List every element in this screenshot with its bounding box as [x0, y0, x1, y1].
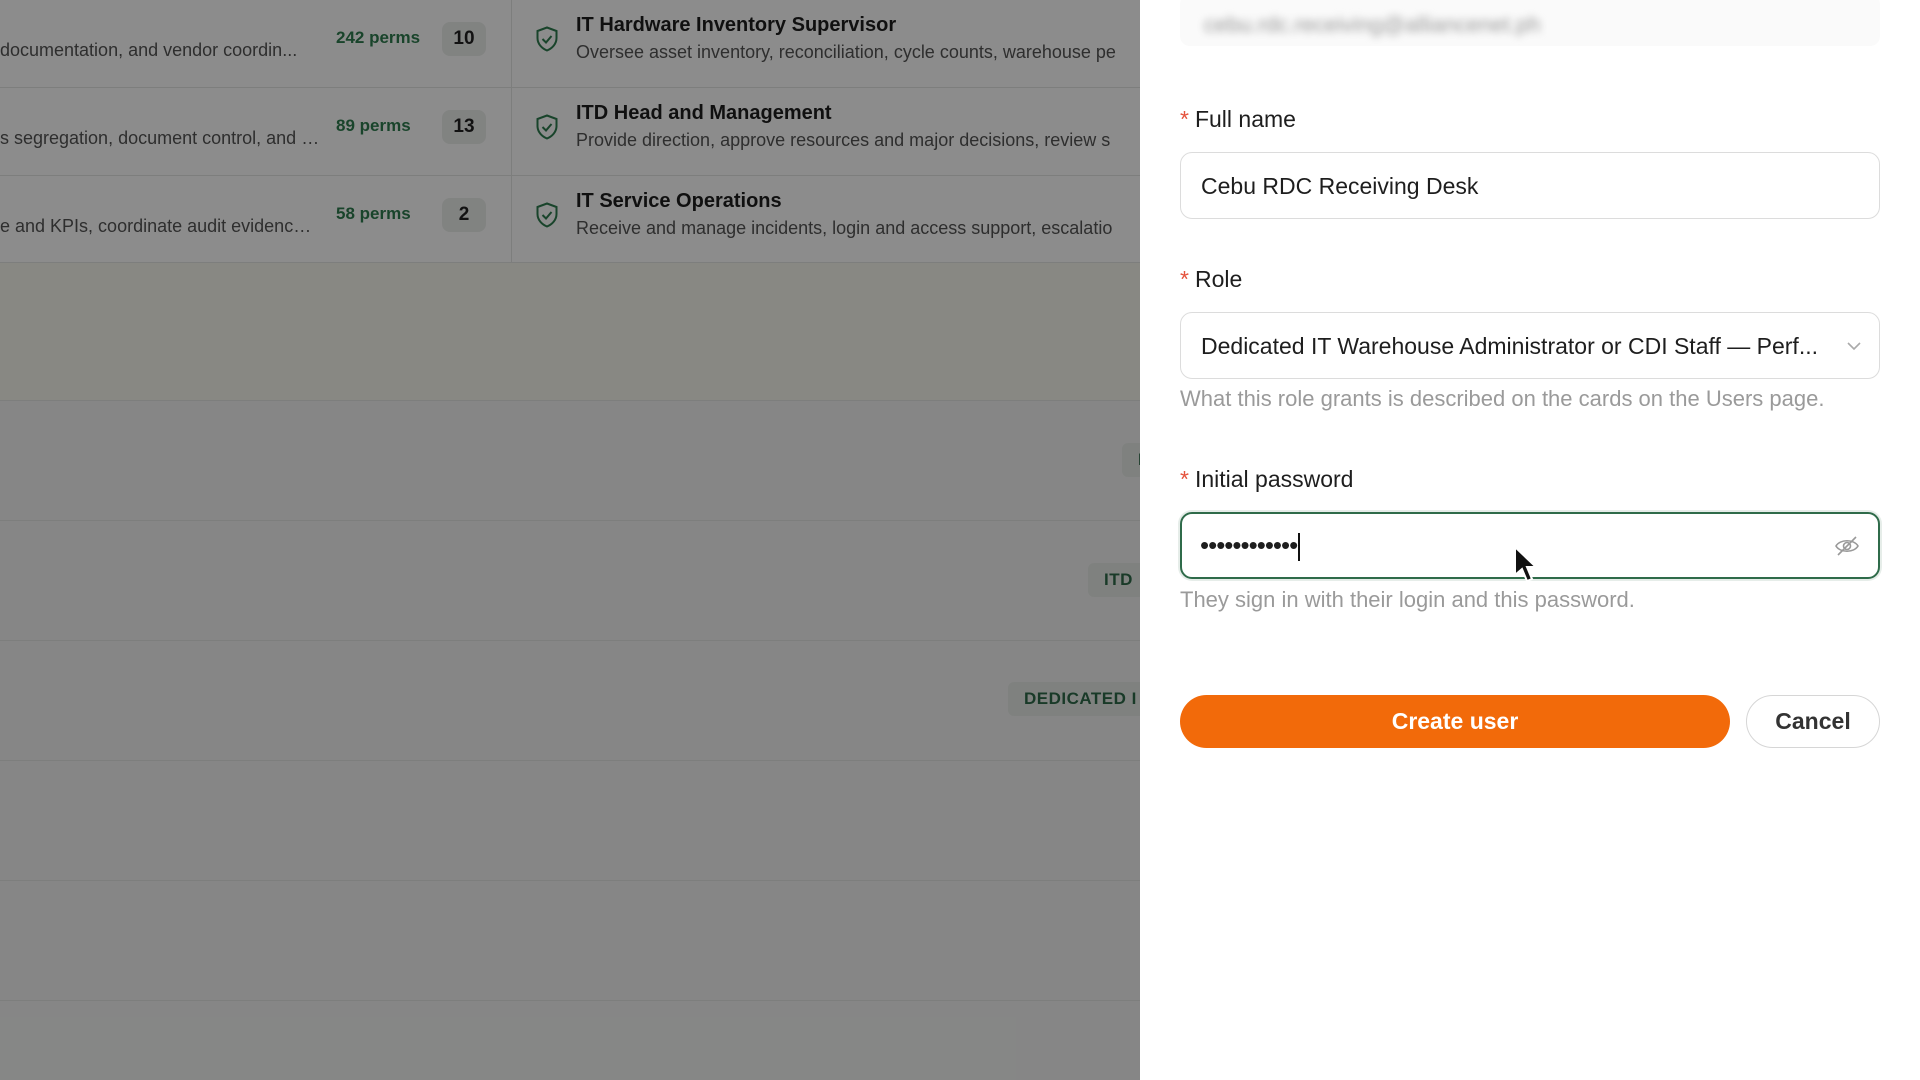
eye-off-icon[interactable] [1834, 534, 1860, 558]
password-label-text: Initial password [1194, 466, 1354, 492]
required-mark: * [1180, 106, 1189, 132]
required-mark: * [1180, 266, 1189, 292]
password-label: * Initial password [1180, 466, 1353, 493]
role-label: * Role [1180, 266, 1242, 293]
required-mark: * [1180, 466, 1189, 492]
password-dots: •••••••••••• [1200, 530, 1298, 560]
role-select-value: Dedicated IT Warehouse Administrator or … [1201, 333, 1818, 359]
background-page: documentation, and vendor coordin... 242… [0, 0, 1140, 1080]
fullname-value: Cebu RDC Receiving Desk [1201, 173, 1479, 199]
create-user-button[interactable]: Create user [1180, 695, 1730, 748]
fullname-input[interactable]: Cebu RDC Receiving Desk [1180, 152, 1880, 219]
text-caret [1298, 533, 1301, 562]
fullname-label: * Full name [1180, 106, 1296, 133]
role-label-text: Role [1194, 266, 1243, 292]
email-value: cebu.rdc.receiving@alliancenet.ph [1204, 12, 1541, 37]
mouse-pointer-icon [1514, 545, 1539, 583]
password-hint: They sign in with their login and this p… [1180, 587, 1635, 612]
chevron-down-icon [1847, 342, 1861, 351]
email-field[interactable]: cebu.rdc.receiving@alliancenet.ph [1180, 0, 1880, 46]
role-select[interactable]: Dedicated IT Warehouse Administrator or … [1180, 312, 1880, 379]
password-value: •••••••••••• [1200, 530, 1301, 562]
role-hint: What this role grants is described on th… [1180, 386, 1825, 411]
cancel-button[interactable]: Cancel [1746, 695, 1880, 748]
create-user-drawer: cebu.rdc.receiving@alliancenet.ph * Full … [1140, 0, 1920, 1080]
fullname-label-text: Full name [1194, 106, 1296, 132]
modal-backdrop[interactable] [0, 0, 1140, 1080]
